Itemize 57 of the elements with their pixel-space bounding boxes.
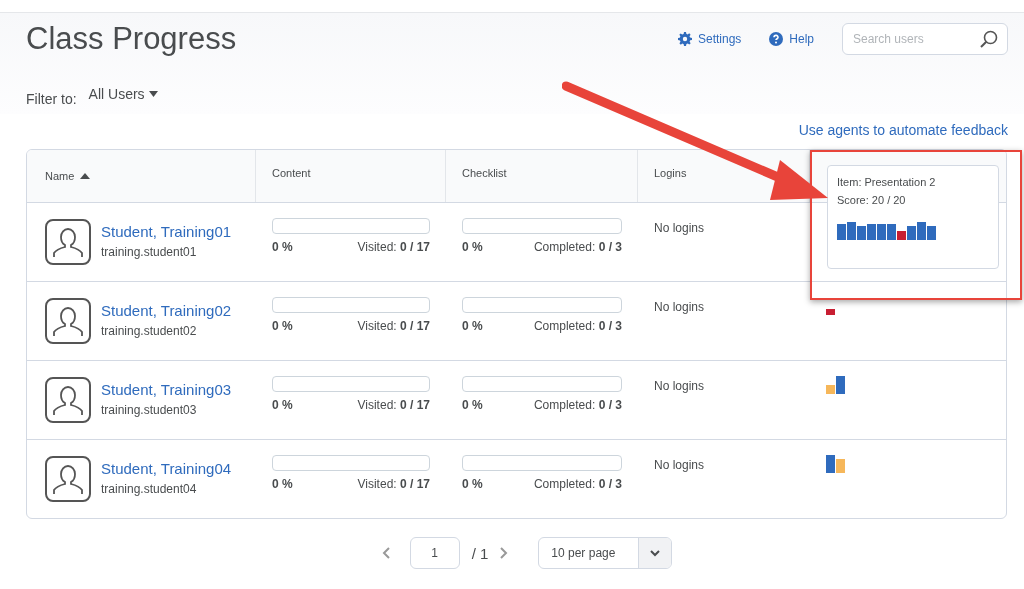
help-icon <box>769 32 784 46</box>
count-text: Visited: 0 / 17 <box>357 319 430 333</box>
count-text: Visited: 0 / 17 <box>357 398 430 412</box>
logins-text: No logins <box>654 379 705 393</box>
column-header[interactable]: Name <box>27 150 256 202</box>
settings-link[interactable]: Settings <box>677 32 742 46</box>
count-text: Completed: 0 / 3 <box>533 398 622 412</box>
page-total: / 1 <box>471 544 489 562</box>
previous-page-icon[interactable] <box>381 547 390 559</box>
logins-text: No logins <box>654 458 705 472</box>
column-header: Content <box>256 150 446 202</box>
column-header: Checklist <box>446 150 638 202</box>
percent-text: 0 % <box>272 240 293 254</box>
next-page-icon[interactable] <box>500 547 509 559</box>
student-name-link[interactable]: Student, Training04 <box>101 460 232 477</box>
username: training.student03 <box>101 403 198 417</box>
percent-text: 0 % <box>272 319 293 333</box>
per-page-select[interactable]: 10 per page <box>538 537 673 569</box>
popover-item: Item: Presentation 2 <box>837 176 937 188</box>
filter-dropdown[interactable]: All Users <box>88 86 158 110</box>
student-name-link[interactable]: Student, Training01 <box>101 223 232 240</box>
username: training.student01 <box>101 245 198 259</box>
page-title: Class Progress <box>26 21 237 57</box>
count-text: Completed: 0 / 3 <box>533 319 622 333</box>
settings-icon <box>677 32 692 46</box>
agents-link[interactable]: Use agents to automate feedback <box>798 122 1008 142</box>
count-text: Completed: 0 / 3 <box>533 477 622 491</box>
percent-text: 0 % <box>272 477 293 491</box>
percent-text: 0 % <box>462 240 483 254</box>
percent-text: 0 % <box>462 319 483 333</box>
avatar-icon <box>45 456 91 502</box>
search-icon <box>980 30 998 48</box>
popover-score: Score: 20 / 20 <box>837 194 907 206</box>
count-text: Visited: 0 / 17 <box>357 240 430 254</box>
avatar-icon <box>45 377 91 423</box>
student-name-link[interactable]: Student, Training02 <box>101 302 232 319</box>
filter-label: Filter to: <box>26 91 77 109</box>
logins-text: No logins <box>654 300 705 314</box>
page-number-field[interactable]: 1 <box>409 537 460 569</box>
count-text: Completed: 0 / 3 <box>533 240 622 254</box>
username: training.student02 <box>101 324 198 338</box>
student-name-link[interactable]: Student, Training03 <box>101 381 232 398</box>
avatar-icon <box>45 298 91 344</box>
logins-text: No logins <box>654 221 705 235</box>
percent-text: 0 % <box>462 477 483 491</box>
grade-sparkline <box>826 309 835 315</box>
username: training.student04 <box>101 482 198 496</box>
count-text: Visited: 0 / 17 <box>357 477 430 491</box>
chevron-icon <box>650 549 661 557</box>
help-link[interactable]: Help <box>769 32 814 46</box>
grade-sparkline <box>826 455 845 473</box>
caret-icon <box>148 91 158 97</box>
grade-sparkline <box>826 376 845 394</box>
search-field[interactable]: Search users <box>842 23 1008 55</box>
percent-text: 0 % <box>462 398 483 412</box>
percent-text: 0 % <box>272 398 293 412</box>
avatar-icon <box>45 219 91 265</box>
